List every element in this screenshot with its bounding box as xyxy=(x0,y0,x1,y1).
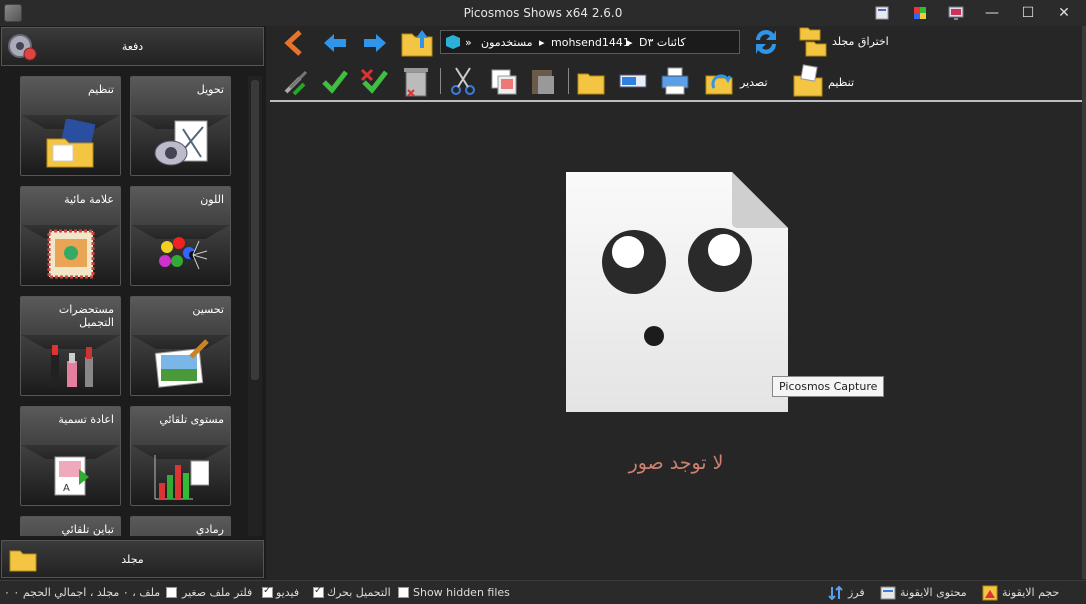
app-window: Picosmos Shows x64 2.6.0 — ☐ ✕ دفعة تحوي… xyxy=(0,0,1086,604)
show-hidden-label[interactable]: Show hidden files xyxy=(413,586,510,599)
title-bar: Picosmos Shows x64 2.6.0 — ☐ ✕ xyxy=(0,0,1086,26)
tile-label: تباين تلقائي xyxy=(61,523,114,536)
enhance-brush-icon xyxy=(154,339,209,388)
lazy-load-checkbox[interactable] xyxy=(313,585,324,598)
tile-auto-contrast[interactable]: تباين تلقائي xyxy=(20,516,121,536)
status-summary: ملف ، ٠ مجلد ، اجمالي الحجم ٠ ٠ xyxy=(4,586,161,599)
folder-label: مجلد xyxy=(121,553,144,566)
back-arrow-icon[interactable] xyxy=(320,28,350,58)
tile-label: اللون xyxy=(200,193,224,206)
organize-label[interactable]: تنظيم xyxy=(828,76,854,89)
small-file-filter-label[interactable]: فلتر ملف صغير xyxy=(182,586,252,599)
icon-content-icon[interactable] xyxy=(880,586,896,600)
left-panel: دفعة تحويل تنظيم اللون علامة مائية تحسين… xyxy=(0,26,266,579)
tile-organize[interactable]: تنظيم xyxy=(20,76,121,176)
deselect-check-icon[interactable] xyxy=(360,66,390,96)
empty-message: لا توجد صور xyxy=(628,452,724,474)
export-icon[interactable] xyxy=(704,66,734,96)
lazy-load-label[interactable]: التحميل بحرك xyxy=(327,586,391,599)
show-hidden-checkbox[interactable] xyxy=(398,587,409,598)
thumbnail-area[interactable]: Picosmos Capture لا توجد صور xyxy=(270,104,1082,579)
organize-folder-icon xyxy=(46,119,96,168)
cube-icon xyxy=(446,35,460,49)
tile-label: تحسين xyxy=(192,303,224,316)
tile-label: اعادة تسمية xyxy=(58,413,114,426)
refresh-icon[interactable] xyxy=(750,26,782,58)
tile-cosmetics[interactable]: مستحضرات التجميل xyxy=(20,296,121,396)
layout-icon[interactable] xyxy=(872,3,892,23)
paste-icon[interactable] xyxy=(528,66,558,96)
select-all-check-icon[interactable] xyxy=(320,66,350,96)
status-bar: ملف ، ٠ مجلد ، اجمالي الحجم ٠ ٠ فلتر ملف… xyxy=(0,580,1086,604)
rename-field-icon[interactable] xyxy=(618,66,648,96)
icon-size-label[interactable]: حجم الايقونة xyxy=(1002,586,1059,599)
path-user[interactable]: mohsend1441 xyxy=(551,36,630,49)
tile-rename[interactable]: اعادة تسمية A xyxy=(20,406,121,506)
color-balls-icon xyxy=(159,237,208,270)
address-bar[interactable]: » مستخدمون ▸ mohsend1441 ▸ Dكائنات ٣ xyxy=(440,30,740,54)
tile-label: مستحضرات التجميل xyxy=(58,303,114,329)
svg-text:A: A xyxy=(63,483,70,494)
maximize-button[interactable]: ☐ xyxy=(1011,0,1045,26)
tile-enhance[interactable]: تحسين xyxy=(130,296,231,396)
folder-header[interactable]: مجلد xyxy=(1,540,264,578)
tile-color[interactable]: اللون xyxy=(130,186,231,286)
organize-icon[interactable] xyxy=(792,64,824,98)
tile-label: رمادي xyxy=(195,523,224,536)
tile-label: علامة مائية xyxy=(64,193,114,206)
rename-icon: A xyxy=(54,456,89,496)
back-orange-icon[interactable] xyxy=(280,28,310,58)
icon-size-icon[interactable] xyxy=(982,585,998,601)
palette-icon[interactable] xyxy=(910,3,930,23)
tool-tiles: تحويل تنظيم اللون علامة مائية تحسين مستح… xyxy=(0,70,264,536)
left-scrollbar[interactable] xyxy=(248,76,262,536)
tile-label: تنظيم xyxy=(87,83,114,96)
tile-gray[interactable]: رمادي xyxy=(130,516,231,536)
sort-icon[interactable] xyxy=(828,585,844,601)
close-button[interactable]: ✕ xyxy=(1047,0,1081,26)
monitor-icon[interactable] xyxy=(946,3,966,23)
tools-icon[interactable] xyxy=(280,66,310,96)
minimize-button[interactable]: — xyxy=(975,0,1009,26)
cut-icon[interactable] xyxy=(448,66,478,96)
convert-icon xyxy=(154,120,208,166)
batch-label: دفعة xyxy=(121,40,144,53)
print-icon[interactable] xyxy=(660,66,690,96)
sort-label[interactable]: فرز xyxy=(848,586,865,599)
folder-traverse-label[interactable]: اختراق مجلد xyxy=(832,35,889,48)
batch-header[interactable]: دفعة xyxy=(1,27,264,66)
open-folder-icon[interactable] xyxy=(576,66,606,96)
tile-label: تحويل xyxy=(196,83,224,96)
copy-icon[interactable] xyxy=(488,66,518,96)
tile-watermark[interactable]: علامة مائية xyxy=(20,186,121,286)
path-root[interactable]: Dكائنات ٣ xyxy=(639,36,686,49)
tile-convert[interactable]: تحويل xyxy=(130,76,231,176)
forward-arrow-icon[interactable] xyxy=(360,28,390,58)
main-toolbar: » مستخدمون ▸ mohsend1441 ▸ Dكائنات ٣ اخت… xyxy=(270,26,1086,104)
small-file-filter-checkbox[interactable] xyxy=(166,587,177,598)
tile-label: مستوى تلقائي xyxy=(159,413,224,426)
export-label[interactable]: تصدير xyxy=(740,76,768,89)
up-folder-icon[interactable] xyxy=(400,26,434,58)
watermark-stamp-icon xyxy=(47,229,95,279)
lipstick-icon xyxy=(51,345,93,387)
tile-auto-level[interactable]: مستوى تلقائي xyxy=(130,406,231,506)
path-users[interactable]: مستخدمون xyxy=(481,36,533,49)
auto-level-chart-icon xyxy=(154,455,209,500)
video-checkbox[interactable] xyxy=(262,585,273,598)
folder-traverse-icon[interactable] xyxy=(798,26,828,58)
delete-trash-icon[interactable] xyxy=(400,64,432,98)
tooltip: Picosmos Capture xyxy=(772,376,885,397)
video-label[interactable]: فيديو xyxy=(276,586,299,599)
empty-face-icon xyxy=(566,172,788,412)
path-more[interactable]: » xyxy=(465,36,472,49)
icon-content-label[interactable]: محتوى الايقونة xyxy=(900,586,967,599)
